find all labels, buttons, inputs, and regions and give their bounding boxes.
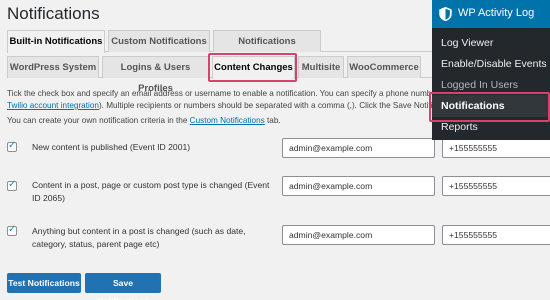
email-field[interactable] <box>282 138 435 158</box>
plugin-menu-header[interactable]: WP Activity Log <box>432 0 550 28</box>
tab-wordpress-system[interactable]: WordPress System <box>7 56 99 78</box>
page-title: Notifications <box>7 4 100 23</box>
custom-notifications-link[interactable]: Custom Notifications <box>190 116 265 125</box>
notification-label: New content is published (Event ID 2001) <box>32 142 191 152</box>
notification-label: Anything but content in a post is change… <box>32 226 246 249</box>
email-field[interactable] <box>282 176 435 196</box>
notification-checkbox[interactable] <box>7 224 17 236</box>
notification-row: Anything but content in a post is change… <box>7 222 550 249</box>
notification-label: Content in a post, page or custom post t… <box>32 180 270 203</box>
secondary-tabs: WordPress System Logins & Users Profiles… <box>7 56 432 94</box>
email-field[interactable] <box>282 225 435 245</box>
tab-custom-notifications[interactable]: Custom Notifications <box>108 30 210 52</box>
tab-built-in-notifications[interactable]: Built-in Notifications <box>7 30 105 53</box>
tab-multisite[interactable]: Multisite <box>298 56 344 78</box>
notification-checkbox[interactable] <box>7 140 17 152</box>
plugin-menu-title: WP Activity Log <box>458 7 535 19</box>
notification-checkbox[interactable] <box>7 179 17 191</box>
twilio-link[interactable]: Twilio account integration <box>7 101 99 110</box>
tab-content-changes[interactable]: Content Changes <box>212 56 295 79</box>
menu-item-logged-in-users[interactable]: Logged In Users <box>432 76 550 94</box>
phone-field[interactable] <box>442 138 550 158</box>
description-line-3: You can create your own notification cri… <box>7 116 281 125</box>
admin-submenu: WP Activity Log Log Viewer Enable/Disabl… <box>432 0 550 140</box>
notification-row: Content in a post, page or custom post t… <box>7 175 550 203</box>
menu-item-notifications[interactable]: Notifications <box>432 95 550 117</box>
phone-field[interactable] <box>442 176 550 196</box>
menu-item-enable-disable-events[interactable]: Enable/Disable Events <box>432 55 550 73</box>
test-notifications-button[interactable]: Test Notifications <box>7 273 81 293</box>
description-line-2: Twilio account integration). Multiple re… <box>7 101 437 110</box>
phone-field[interactable] <box>442 225 550 245</box>
notification-row: New content is published (Event ID 2001) <box>7 137 550 159</box>
primary-tabs: Built-in Notifications Custom Notificati… <box>7 30 432 68</box>
description-line-1: Tick the check box and specify an email … <box>7 89 439 98</box>
menu-item-reports[interactable]: Reports <box>432 118 550 136</box>
tab-logins-users-profiles[interactable]: Logins & Users Profiles <box>102 56 209 94</box>
tab-notifications-templates[interactable]: Notifications Templates <box>213 30 321 68</box>
save-notifications-button[interactable]: Save Notifications <box>85 273 161 300</box>
shield-logo-icon <box>439 6 452 22</box>
menu-item-log-viewer[interactable]: Log Viewer <box>432 34 550 52</box>
tab-woocommerce[interactable]: WooCommerce <box>347 56 421 78</box>
